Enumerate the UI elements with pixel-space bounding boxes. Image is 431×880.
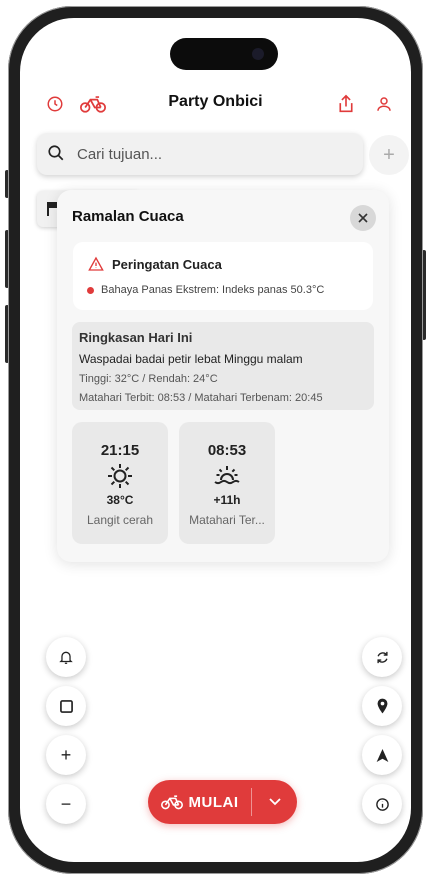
hourly-label: Matahari Ter...: [189, 513, 265, 527]
phone-frame: Party Onbici + Ramalan Cuaca: [8, 6, 423, 874]
navigate-button[interactable]: [362, 735, 402, 775]
layers-button[interactable]: [46, 686, 86, 726]
screen: Party Onbici + Ramalan Cuaca: [20, 18, 411, 862]
hourly-value: +11h: [213, 493, 241, 507]
plus-icon: +: [383, 143, 395, 166]
hourly-time: 21:15: [100, 442, 140, 459]
summary-temps: Tinggi: 32°C / Rendah: 24°C: [79, 373, 218, 385]
dynamic-island: [170, 38, 278, 70]
zoom-out-icon: −: [60, 793, 72, 814]
start-label: MULAI: [188, 793, 239, 811]
warning-title: Peringatan Cuaca: [112, 257, 222, 272]
share-icon[interactable]: [334, 92, 358, 116]
square-icon: [59, 699, 73, 713]
alert-dot: [87, 287, 94, 294]
refresh-icon: [376, 651, 388, 663]
sun-icon: [108, 464, 132, 488]
start-main[interactable]: MULAI: [148, 780, 251, 824]
location-pin-icon: [377, 698, 387, 714]
zoom-in-button[interactable]: +: [46, 735, 86, 775]
weather-title: Ramalan Cuaca: [72, 208, 184, 225]
bike-icon: [160, 795, 183, 810]
weather-warning-card: Peringatan Cuaca Bahaya Panas Ekstrem: I…: [73, 242, 373, 310]
hourly-time: 08:53: [207, 442, 247, 459]
warning-message: Bahaya Panas Ekstrem: Indeks panas 50.3°…: [101, 284, 325, 296]
chevron-down-icon: [268, 798, 281, 806]
profile-icon[interactable]: [372, 92, 396, 116]
search-bar[interactable]: [37, 133, 363, 175]
info-icon: [375, 797, 389, 811]
hourly-label: Langit cerah: [86, 513, 154, 527]
refresh-button[interactable]: [362, 637, 402, 677]
info-button[interactable]: [362, 784, 402, 824]
warning-icon: [88, 256, 104, 271]
hourly-value: 38°C: [106, 493, 134, 507]
daily-summary-card: Ringkasan Hari Ini Waspadai badai petir …: [72, 322, 374, 410]
bell-icon: [59, 651, 73, 664]
hourly-card: 21:15 38°C Langit cerah: [72, 422, 168, 544]
summary-description: Waspadai badai petir lebat Minggu malam: [79, 352, 303, 366]
add-button[interactable]: +: [369, 135, 409, 175]
navigation-arrow-icon: [376, 748, 388, 762]
close-icon: [358, 213, 368, 223]
close-button[interactable]: [350, 205, 376, 231]
start-options-dropdown[interactable]: [252, 780, 297, 824]
weather-panel: Ramalan Cuaca Peringatan Cuaca Bahaya Pa…: [57, 190, 389, 562]
zoom-in-icon: +: [60, 744, 72, 765]
summary-sun-times: Matahari Terbit: 08:53 / Matahari Terben…: [79, 392, 323, 404]
search-input[interactable]: [75, 144, 349, 164]
start-button[interactable]: MULAI: [148, 780, 297, 824]
my-location-button[interactable]: [362, 686, 402, 726]
search-icon: [47, 144, 67, 164]
sunrise-icon: [214, 466, 240, 485]
alerts-button[interactable]: [46, 637, 86, 677]
zoom-out-button[interactable]: −: [46, 784, 86, 824]
app-header: Party Onbici: [20, 86, 411, 122]
summary-title: Ringkasan Hari Ini: [79, 330, 193, 345]
hourly-card: 08:53 +11h Matahari Ter...: [179, 422, 275, 544]
